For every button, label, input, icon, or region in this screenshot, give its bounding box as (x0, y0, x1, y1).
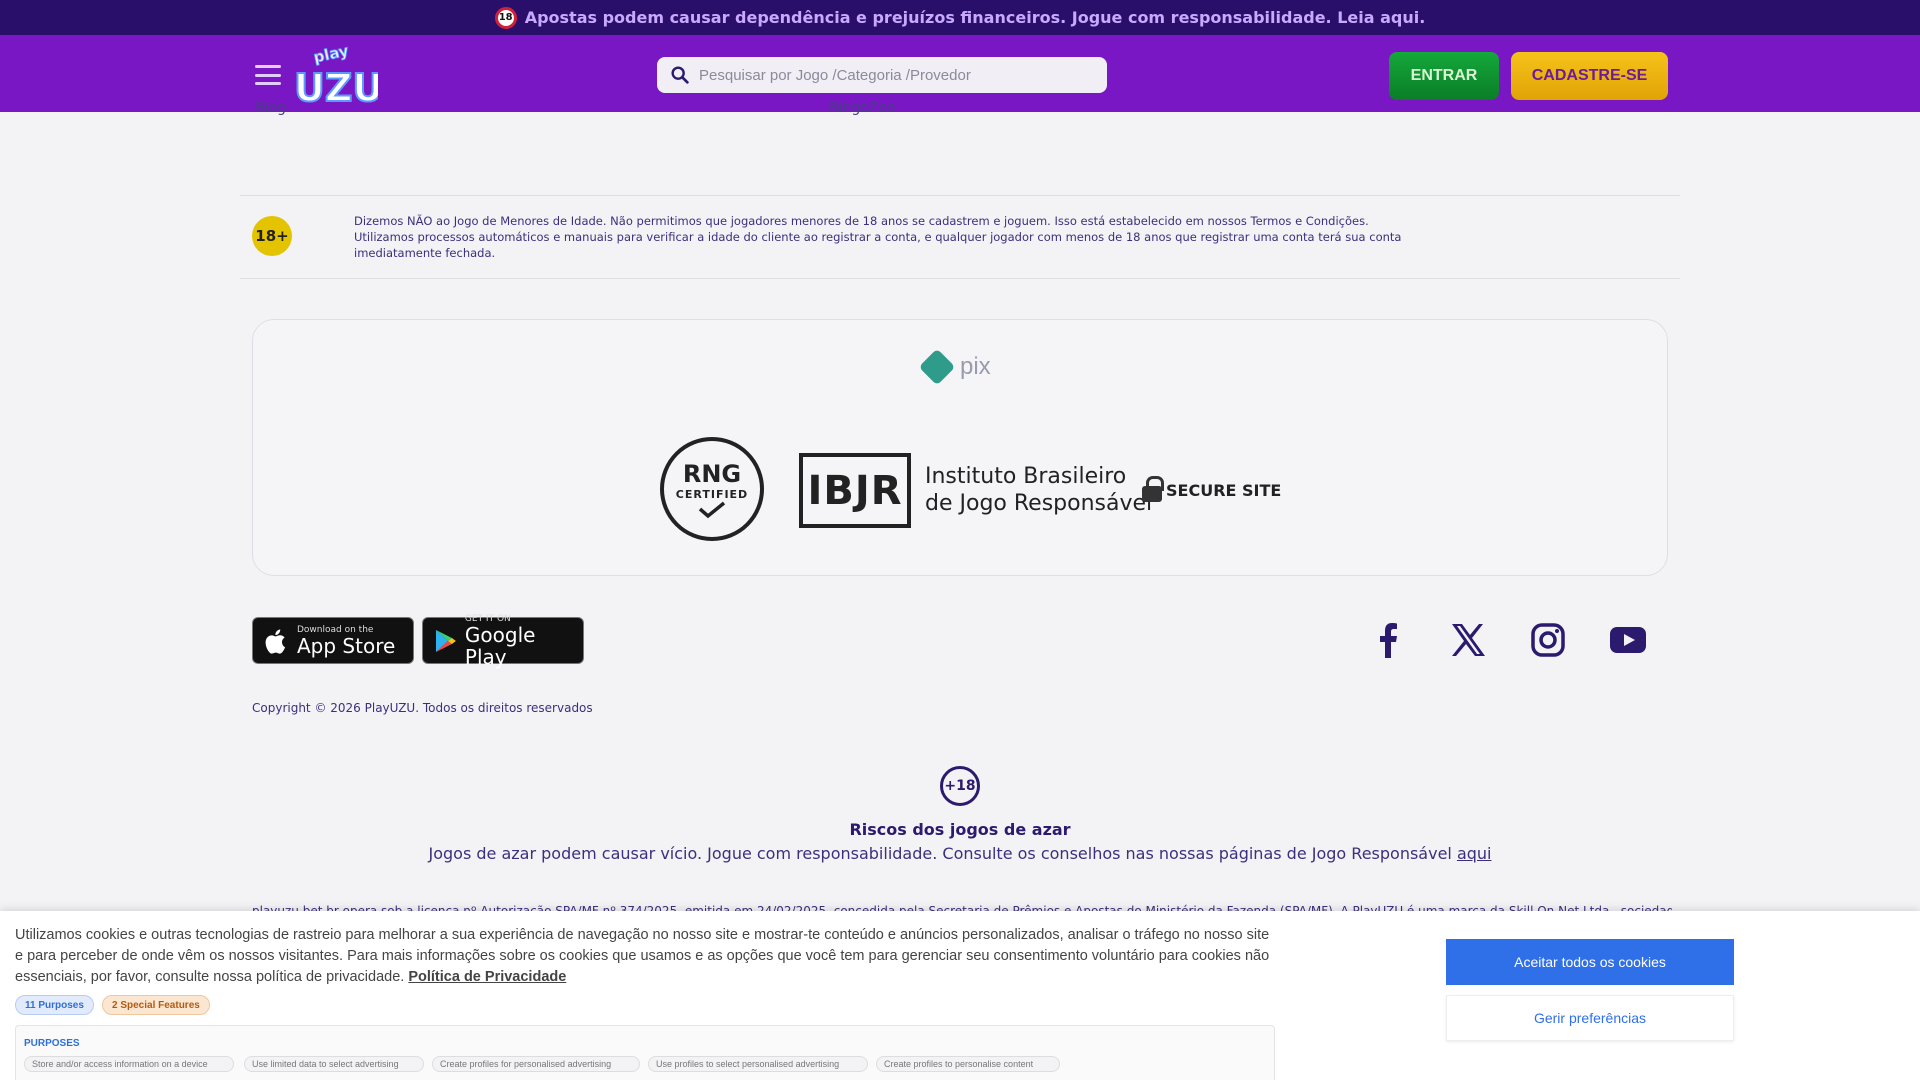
apple-icon (265, 629, 286, 654)
lock-icon (1142, 476, 1164, 502)
login-button[interactable]: ENTRAR (1389, 52, 1499, 100)
purposes-pill[interactable]: 11 Purposes (15, 995, 94, 1015)
search-icon (671, 66, 689, 84)
footer-link-bingozoo[interactable]: BingoZoo (829, 100, 896, 116)
facebook-icon (1380, 623, 1397, 658)
purpose-tag: Use profiles to select personalised adve… (648, 1056, 868, 1072)
app-store-badge[interactable]: Download on the App Store (252, 617, 414, 664)
ibjr-logo[interactable]: IBJR (799, 453, 911, 528)
register-button[interactable]: CADASTRE-SE (1511, 52, 1668, 100)
purposes-header: PURPOSES (24, 1038, 80, 1049)
underage-notice-line2: Utilizamos processos automáticos e manua… (354, 230, 1402, 260)
age-18-plus-icon: 18+ (252, 216, 292, 256)
youtube-link[interactable] (1608, 620, 1648, 660)
menu-icon[interactable] (255, 65, 281, 85)
purposes-panel: PURPOSES Store and/or access information… (15, 1025, 1275, 1080)
age-18-icon: 18 (494, 6, 517, 29)
cookie-consent-banner: Utilizamos cookies e outras tecnologias … (0, 911, 1920, 1080)
underage-notice: Dizemos NÃO ao Jogo de Menores de Idade.… (354, 213, 1454, 261)
google-play-icon (435, 629, 456, 652)
rng-certified-seal[interactable]: RNG CERTIFIED (660, 437, 764, 541)
purpose-tag: Use limited data to select advertising (244, 1056, 424, 1072)
gambling-risk-text: Jogos de azar podem causar vício. Jogue … (428, 844, 1492, 863)
gambling-risk-title: Riscos dos jogos de azar (849, 820, 1071, 839)
responsible-gaming-link[interactable]: aqui (1457, 844, 1492, 863)
secure-site-badge: SECURE SITE (1142, 476, 1281, 502)
footer-link-blog[interactable]: Blog (255, 100, 286, 116)
search-input[interactable] (699, 66, 1079, 84)
copyright-text: Copyright © 2026 PlayUZU. Todos os direi… (252, 701, 593, 715)
underage-notice-line1: Dizemos NÃO ao Jogo de Menores de Idade.… (354, 214, 1369, 228)
purpose-tag: Create profiles to personalise content (876, 1056, 1060, 1072)
plus-18-icon: +18 (940, 766, 980, 806)
divider (240, 195, 1680, 196)
checkmark-icon (698, 501, 726, 518)
accept-cookies-button[interactable]: Aceitar todos os cookies (1446, 939, 1734, 985)
privacy-policy-link[interactable]: Política de Privacidade (408, 969, 566, 985)
divider (240, 278, 1680, 279)
google-play-badge[interactable]: GET IT ON Google Play (422, 614, 584, 668)
special-features-pill[interactable]: 2 Special Features (102, 995, 210, 1015)
cookie-text: Utilizamos cookies e outras tecnologias … (15, 927, 1270, 985)
warning-banner-text[interactable]: Apostas podem causar dependência e preju… (525, 8, 1426, 27)
purpose-tag: Create profiles for personalised adverti… (432, 1056, 640, 1072)
svg-text:play: play (312, 43, 351, 67)
site-header: play UZU ENTRAR CADASTRE-SE (0, 35, 1920, 112)
svg-text:UZU: UZU (294, 66, 378, 107)
responsible-gambling-banner[interactable]: 18 Apostas podem causar dependência e pr… (0, 0, 1920, 35)
manage-preferences-button[interactable]: Gerir preferências (1446, 995, 1734, 1041)
pix-icon (918, 348, 956, 386)
facebook-link[interactable] (1368, 620, 1408, 660)
search-bar[interactable] (657, 57, 1107, 93)
x-icon (1452, 624, 1485, 656)
instagram-link[interactable] (1528, 620, 1568, 660)
playuzu-logo[interactable]: play UZU (292, 41, 384, 111)
x-link[interactable] (1448, 620, 1488, 660)
purpose-tag: Store and/or access information on a dev… (24, 1056, 234, 1072)
youtube-icon (1610, 627, 1646, 653)
instagram-icon (1531, 623, 1565, 657)
ibjr-name[interactable]: Instituto Brasileiro de Jogo Responsável (925, 463, 1152, 517)
pix-logo: pix (918, 348, 991, 386)
